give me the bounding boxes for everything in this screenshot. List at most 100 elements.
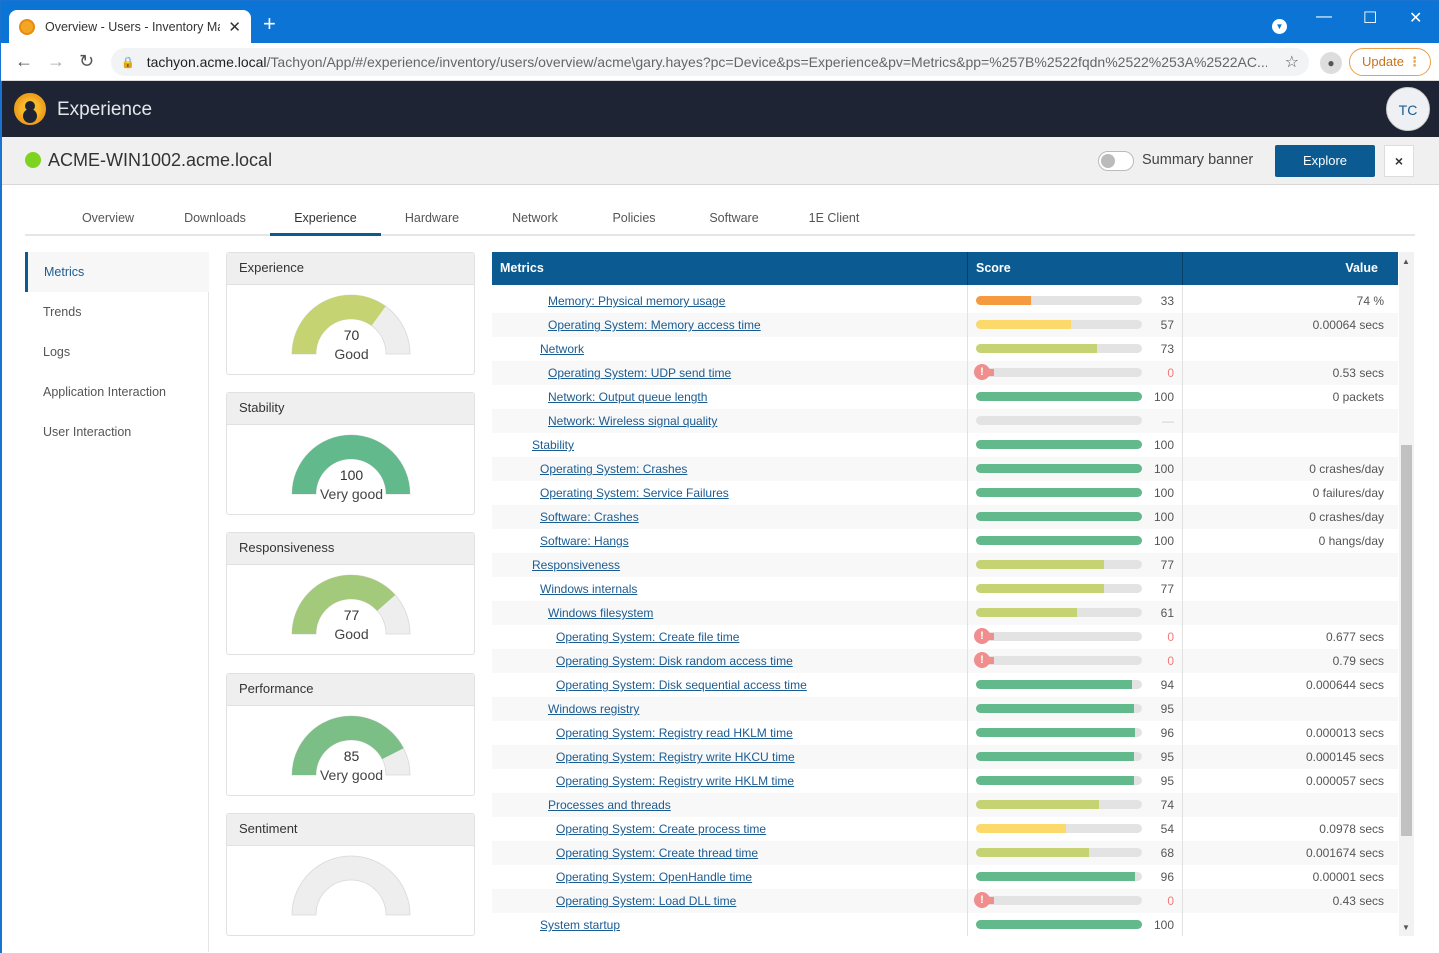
url-input[interactable]: 🔒 tachyon.acme.local/Tachyon/App/#/exper… [111,48,1309,76]
bookmark-star-icon[interactable]: ☆ [1285,52,1299,72]
browser-tab[interactable]: Overview - Users - Inventory Mar ✕ [9,10,251,43]
maximize-icon[interactable]: ☐ [1363,8,1377,28]
gauge-arc [291,855,411,916]
gauge-card: Stability 100 Very good [226,392,475,515]
score-bar [976,680,1142,689]
scroll-down-icon[interactable]: ▼ [1402,923,1410,932]
metrics-table: Metrics Score Value Memory: Physical mem… [492,252,1398,936]
gauge-title: Sentiment [227,814,474,846]
score-number: 100 [1153,510,1174,524]
metric-link[interactable]: Windows filesystem [548,601,653,625]
metric-link[interactable]: Software: Hangs [540,529,629,553]
score-bar [976,512,1142,521]
warning-icon: ! [974,652,990,668]
user-avatar[interactable]: TC [1386,87,1430,131]
metric-link[interactable]: Network [540,337,584,361]
metric-link[interactable]: Responsiveness [532,553,620,577]
score-bar-fill [976,392,1142,401]
score-bar [976,920,1142,929]
scroll-up-icon[interactable]: ▲ [1402,257,1410,266]
tab-downloads[interactable]: Downloads [177,208,253,236]
explore-button[interactable]: Explore [1275,145,1375,177]
score-bar-fill [976,464,1142,473]
tab-overview[interactable]: Overview [71,208,145,236]
tab-hardware[interactable]: Hardware [397,208,467,236]
close-window-icon[interactable]: ✕ [1409,8,1422,28]
metric-link[interactable]: Software: Crashes [540,505,639,529]
summary-banner-toggle[interactable] [1098,151,1134,171]
device-name: ACME-WIN1002.acme.local [48,150,273,170]
metric-link[interactable]: Operating System: Registry write HKCU ti… [556,745,795,769]
metric-value: 0 hangs/day [1318,534,1384,548]
metric-link[interactable]: Operating System: Create thread time [556,841,758,865]
profile-icon[interactable]: ● [1320,52,1342,74]
tab-experience[interactable]: Experience [270,208,381,236]
score-bar-fill [976,848,1089,857]
metric-link[interactable]: Operating System: Disk sequential access… [556,673,807,697]
score-number: 77 [1160,582,1174,596]
close-tab-icon[interactable]: ✕ [228,18,241,36]
tab-search-icon[interactable]: ▼ [1272,19,1287,34]
table-row: Network: Wireless signal quality — [492,409,1398,433]
metric-value: 0.0978 secs [1319,822,1384,836]
score-number: 96 [1160,870,1174,884]
back-icon[interactable]: ← [15,51,33,72]
score-number: 54 [1160,822,1174,836]
side-item-logs[interactable]: Logs [25,332,209,372]
reload-icon[interactable]: ↻ [79,51,94,72]
metric-link[interactable]: Operating System: Disk random access tim… [556,649,793,673]
table-row: Windows registry 95 [492,697,1398,721]
metric-link[interactable]: Network: Output queue length [548,385,707,409]
header-metrics[interactable]: Metrics [500,252,544,285]
metric-link[interactable]: Windows internals [540,577,637,601]
scrollbar-thumb[interactable] [1401,445,1412,836]
metric-link[interactable]: Processes and threads [548,793,671,817]
metric-link[interactable]: Operating System: Registry write HKLM ti… [556,769,794,793]
metric-link[interactable]: Windows registry [548,697,639,721]
tab-1e-client[interactable]: 1E Client [801,208,867,236]
side-item-user-interaction[interactable]: User Interaction [25,412,209,452]
app-logo-icon [14,93,46,125]
gauge-score: 100 [339,467,364,483]
update-button[interactable]: Update ⋮ [1349,48,1431,76]
metric-link[interactable]: Network: Wireless signal quality [548,409,717,433]
tab-software[interactable]: Software [699,208,769,236]
metric-link[interactable]: Operating System: Memory access time [548,313,761,337]
header-value[interactable]: Value [1345,252,1378,285]
metric-link[interactable]: Operating System: Load DLL time [556,889,736,913]
metric-link[interactable]: Operating System: Crashes [540,457,687,481]
metric-link[interactable]: Operating System: Create file time [556,625,739,649]
table-row: Software: Hangs 100 0 hangs/day [492,529,1398,553]
gauge-rating: Very good [319,486,384,502]
header-score[interactable]: Score [976,252,1011,285]
metric-value: 0 failures/day [1312,486,1384,500]
table-row: Operating System: Crashes 100 0 crashes/da… [492,457,1398,481]
table-row: Software: Crashes 100 0 crashes/day [492,505,1398,529]
metric-value: 0.00001 secs [1312,870,1384,884]
tab-network[interactable]: Network [501,208,569,236]
tab-title: Overview - Users - Inventory Mar [45,19,221,34]
table-row: Operating System: Create process time 54 0… [492,817,1398,841]
metric-link[interactable]: Operating System: UDP send time [548,361,731,385]
metric-link[interactable]: Memory: Physical memory usage [548,289,725,313]
score-bar-fill [976,512,1142,521]
metric-link[interactable]: Stability [532,433,574,457]
score-bar [976,800,1142,809]
side-item-trends[interactable]: Trends [25,292,209,332]
metric-link[interactable]: Operating System: Registry read HKLM tim… [556,721,793,745]
metric-link[interactable]: Operating System: Create process time [556,817,766,841]
score-bar-fill [976,320,1071,329]
table-row: System startup 100 [492,913,1398,936]
side-item-metrics[interactable]: Metrics [25,252,209,292]
forward-icon[interactable]: → [47,51,65,72]
tab-policies[interactable]: Policies [603,208,665,236]
metric-link[interactable]: Operating System: Service Failures [540,481,729,505]
new-tab-button[interactable]: + [263,13,276,35]
metric-link[interactable]: Operating System: OpenHandle time [556,865,752,889]
metric-link[interactable]: System startup [540,913,620,936]
side-item-application-interaction[interactable]: Application Interaction [25,372,209,412]
table-row: Windows filesystem 61 [492,601,1398,625]
close-button[interactable]: × [1384,145,1414,177]
score-number: 100 [1153,438,1174,452]
minimize-icon[interactable]: — [1316,8,1332,26]
